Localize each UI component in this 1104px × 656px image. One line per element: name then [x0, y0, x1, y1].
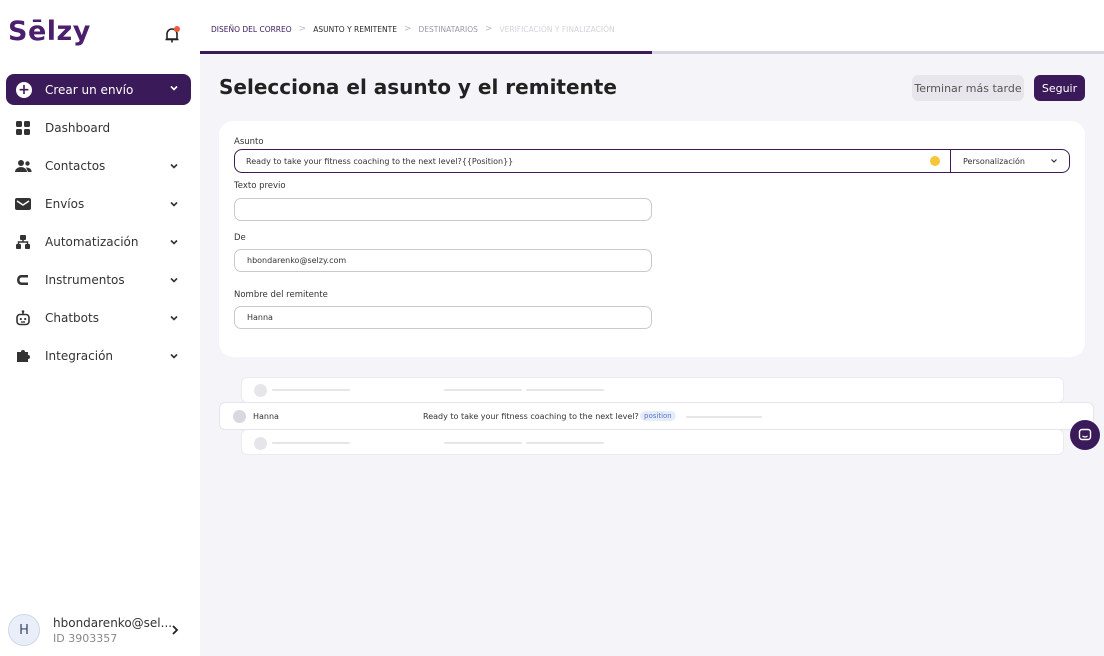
chevron-down-icon — [1051, 159, 1057, 163]
placeholder-line — [444, 389, 522, 391]
preview-placeholder-row — [241, 429, 1064, 455]
preview-email-row: Hanna Ready to take your fitness coachin… — [219, 402, 1094, 430]
subject-sender-form: Asunto Ready to take your fitness coachi… — [219, 121, 1085, 357]
chevron-down-icon — [170, 315, 178, 321]
preheader-label: Texto previo — [234, 181, 286, 191]
sidebar-item-dashboard[interactable]: Dashboard — [14, 114, 194, 142]
step-verification: VERIFICACIÓN Y FINALIZACIÓN — [499, 24, 615, 34]
flow-icon — [14, 233, 32, 251]
from-label: De — [234, 233, 246, 243]
preview-tag: position — [640, 411, 676, 421]
step-recipients[interactable]: DESTINATARIOS — [418, 25, 477, 34]
placeholder-line — [444, 442, 522, 444]
sidebar-item-chatbots[interactable]: Chatbots — [14, 304, 194, 332]
placeholder-line — [272, 389, 350, 391]
sidebar-item-label: Automatización — [45, 235, 139, 249]
chevron-down-icon — [170, 163, 178, 169]
next-button[interactable]: Seguir — [1034, 75, 1085, 101]
user-id: ID 3903357 — [53, 631, 118, 645]
preview-subject: Ready to take your fitness coaching to t… — [423, 412, 639, 421]
progress-fill — [200, 51, 652, 54]
create-send-button[interactable]: + Crear un envío — [6, 74, 191, 105]
sidebar-item-label: Chatbots — [45, 311, 99, 325]
placeholder-avatar — [254, 437, 267, 450]
preheader-input[interactable] — [234, 198, 652, 221]
chevron-down-icon — [170, 201, 178, 207]
placeholder-line — [526, 389, 604, 391]
avatar: H — [8, 614, 40, 646]
sender-avatar — [233, 410, 246, 423]
placeholder-avatar — [254, 384, 267, 397]
wizard-topbar: DISEÑO DEL CORREO > ASUNTO Y REMITENTE >… — [200, 0, 1104, 54]
tools-icon — [14, 271, 32, 289]
bell-icon[interactable] — [163, 25, 181, 45]
chevron-down-icon — [170, 85, 178, 91]
breadcrumb: DISEÑO DEL CORREO > ASUNTO Y REMITENTE >… — [211, 24, 615, 34]
plus-icon: + — [16, 81, 32, 98]
chevron-right-icon — [172, 625, 179, 635]
users-icon — [14, 157, 32, 175]
chevron-right-icon: > — [484, 24, 493, 34]
subject-field[interactable]: Ready to take your fitness coaching to t… — [234, 149, 1070, 173]
placeholder-line — [272, 442, 350, 444]
page-title: Selecciona el asunto y el remitente — [219, 75, 617, 99]
personalization-dropdown[interactable]: Personalización — [951, 149, 1069, 173]
preview-sender: Hanna — [253, 412, 279, 421]
sidebar-item-label: Integración — [45, 349, 114, 363]
create-send-label: Crear un envío — [45, 82, 134, 97]
personalization-label: Personalización — [963, 156, 1025, 166]
sidebar-item-label: Contactos — [45, 159, 106, 173]
step-design[interactable]: DISEÑO DEL CORREO — [211, 25, 292, 34]
chevron-down-icon — [170, 239, 178, 245]
chevron-down-icon — [170, 353, 178, 359]
step-subject-sender[interactable]: ASUNTO Y REMITENTE — [313, 25, 397, 34]
subject-label: Asunto — [234, 137, 264, 147]
finish-later-button[interactable]: Terminar más tarde — [912, 75, 1024, 101]
sidebar-item-automatizacion[interactable]: Automatización — [14, 228, 194, 256]
chat-support-button[interactable] — [1070, 420, 1100, 450]
sidebar: Sēlzy + Crear un envío Dashboard Contact… — [0, 0, 200, 656]
sidebar-item-instrumentos[interactable]: Instrumentos — [14, 266, 194, 294]
puzzle-icon — [14, 347, 32, 365]
selzy-logo[interactable]: Sēlzy — [8, 16, 91, 47]
sender-name-label: Nombre del remitente — [234, 290, 328, 300]
chat-icon — [1078, 428, 1092, 441]
user-profile[interactable]: H hbondarenko@sel... ID 3903357 — [8, 612, 193, 648]
subject-input[interactable]: Ready to take your fitness coaching to t… — [235, 157, 930, 166]
chevron-right-icon: > — [403, 24, 412, 34]
from-email-input[interactable]: hbondarenko@selzy.com — [234, 249, 652, 272]
sidebar-item-label: Dashboard — [45, 121, 111, 135]
chevron-down-icon — [170, 277, 178, 283]
placeholder-line — [526, 442, 604, 444]
chevron-right-icon: > — [298, 24, 307, 34]
mail-icon — [14, 195, 32, 213]
placeholder-line — [686, 416, 762, 418]
sidebar-item-label: Envíos — [45, 197, 85, 211]
sidebar-item-integracion[interactable]: Integración — [14, 342, 194, 370]
sender-name-input[interactable]: Hanna — [234, 306, 652, 329]
sidebar-item-label: Instrumentos — [45, 273, 125, 287]
preview-placeholder-row — [241, 377, 1064, 403]
emoji-icon[interactable] — [930, 156, 940, 166]
sidebar-item-contactos[interactable]: Contactos — [14, 152, 194, 180]
grid-icon — [14, 119, 32, 137]
user-email: hbondarenko@sel... — [53, 615, 173, 630]
sidebar-item-envios[interactable]: Envíos — [14, 190, 194, 218]
bot-icon — [14, 309, 32, 327]
